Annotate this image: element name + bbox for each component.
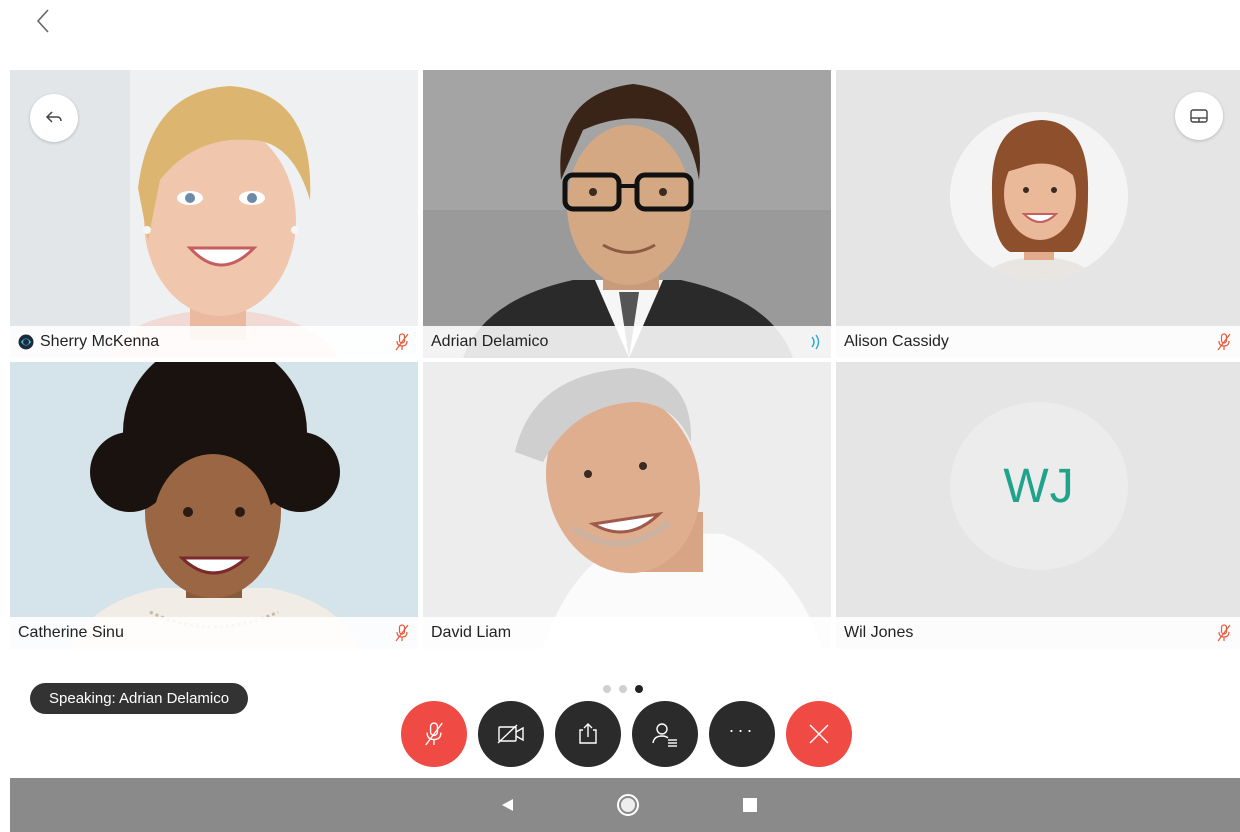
participant-tile-sherry[interactable]: Sherry McKenna (10, 70, 418, 358)
video-grid: Sherry McKenna Adrian Delamico Alison Ca… (10, 70, 1240, 649)
participants-button[interactable] (632, 701, 698, 767)
avatar-initials: WJ (1003, 459, 1075, 513)
triangle-back-icon (502, 799, 513, 811)
participant-name: Adrian Delamico (431, 333, 549, 350)
avatar: WJ (950, 402, 1128, 570)
mic-muted-icon (425, 722, 443, 746)
name-bar: David Liam (423, 617, 831, 649)
layout-icon (1190, 109, 1208, 123)
back-arrow-button[interactable] (30, 94, 78, 142)
share-icon (579, 723, 597, 744)
speaking-indicator: Speaking: Adrian Delamico (30, 683, 249, 714)
mic-muted-icon (395, 624, 409, 642)
mic-muted-icon (395, 333, 409, 351)
nav-recents-button[interactable] (735, 790, 765, 820)
name-bar: Catherine Sinu (10, 617, 418, 649)
chevron-left-icon[interactable] (30, 4, 64, 38)
mic-muted-icon (1217, 624, 1231, 642)
avatar (950, 112, 1128, 280)
name-bar: Wil Jones (836, 617, 1240, 649)
back-arrow-icon (45, 111, 62, 123)
participant-name: Sherry McKenna (40, 333, 160, 350)
nav-home-button[interactable] (613, 790, 643, 820)
name-bar: Sherry McKenna (10, 326, 418, 358)
mute-button[interactable] (401, 701, 467, 767)
speaking-waves-icon (811, 334, 820, 350)
participants-icon (652, 723, 677, 747)
participant-video-adrian (423, 70, 831, 358)
participant-name: Alison Cassidy (844, 333, 949, 350)
participant-name: Wil Jones (844, 624, 914, 641)
call-controls: ··· (401, 701, 852, 767)
participant-tile-alison[interactable]: Alison Cassidy (836, 70, 1240, 358)
participant-tile-catherine[interactable]: Catherine Sinu (10, 362, 418, 649)
page-dot-1[interactable] (603, 685, 611, 693)
close-icon (809, 724, 829, 744)
share-button[interactable] (555, 701, 621, 767)
participant-name: David Liam (431, 624, 512, 641)
more-label: ··· (728, 719, 756, 740)
name-bar: Alison Cassidy (836, 326, 1240, 358)
more-options-button[interactable]: ··· (709, 701, 775, 767)
page-dot-2[interactable] (619, 685, 627, 693)
end-call-button[interactable] (786, 701, 852, 767)
nav-back-button[interactable] (492, 790, 522, 820)
circle-home-icon (617, 794, 639, 816)
name-bar: Adrian Delamico (423, 326, 831, 358)
participant-video-catherine (10, 362, 418, 649)
avatar-photo-alison (950, 112, 1128, 280)
mic-muted-icon (1217, 333, 1231, 351)
participant-tile-david[interactable]: David Liam (423, 362, 831, 649)
pagination-dots (603, 685, 643, 693)
video-toggle-button[interactable] (478, 701, 544, 767)
page-dot-3[interactable] (635, 685, 643, 693)
video-off-icon (497, 724, 524, 744)
participant-video-david (423, 362, 831, 649)
square-recents-icon (743, 798, 757, 812)
participant-tile-adrian[interactable]: Adrian Delamico (423, 70, 831, 358)
layout-toggle-button[interactable] (1175, 92, 1223, 140)
participant-tile-wil[interactable]: WJ Wil Jones (836, 362, 1240, 649)
webex-logo-icon (18, 334, 34, 350)
system-nav-bar (10, 778, 1240, 832)
participant-name: Catherine Sinu (18, 624, 124, 641)
speaking-label: Speaking: Adrian Delamico (49, 690, 230, 707)
